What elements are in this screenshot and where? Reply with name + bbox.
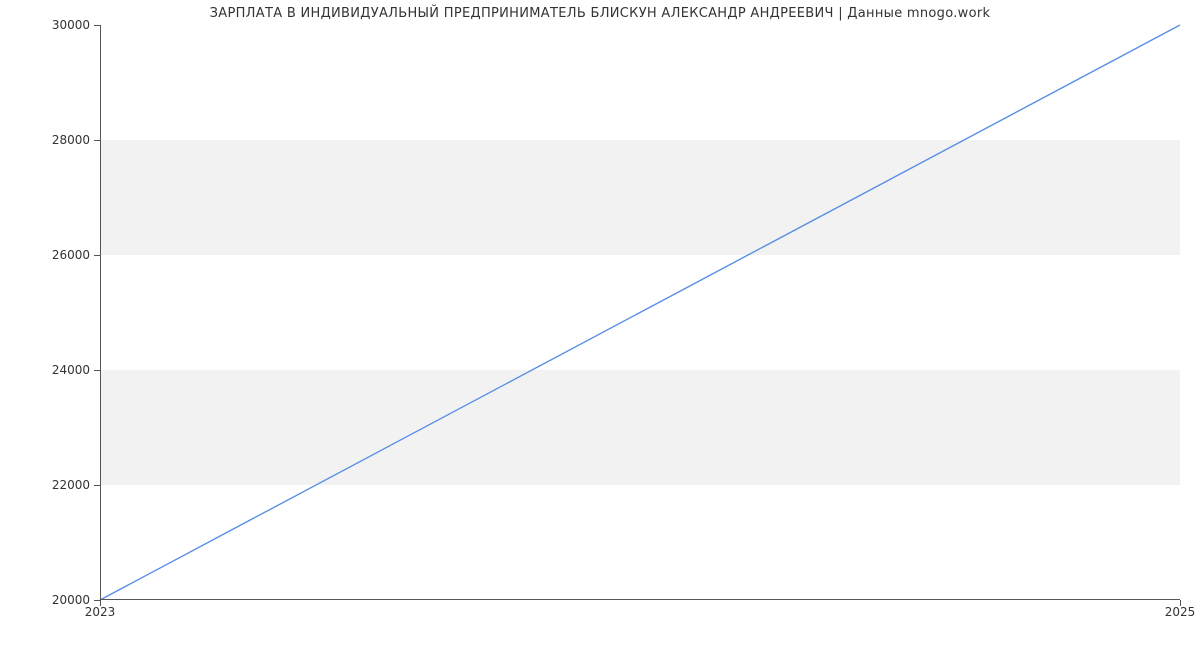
y-tick-label: 26000 — [30, 248, 90, 262]
y-tick-label: 28000 — [30, 133, 90, 147]
y-tick-mark — [94, 140, 100, 141]
y-tick-label: 22000 — [30, 478, 90, 492]
series-line — [100, 25, 1180, 600]
x-tick-label: 2025 — [1165, 605, 1196, 619]
x-axis-line — [100, 599, 1180, 600]
y-tick-label: 20000 — [30, 593, 90, 607]
y-tick-mark — [94, 25, 100, 26]
y-tick-label: 30000 — [30, 18, 90, 32]
y-tick-label: 24000 — [30, 363, 90, 377]
chart-title: ЗАРПЛАТА В ИНДИВИДУАЛЬНЫЙ ПРЕДПРИНИМАТЕЛ… — [0, 6, 1200, 21]
y-axis-line — [100, 25, 101, 600]
y-tick-mark — [94, 485, 100, 486]
y-tick-mark — [94, 255, 100, 256]
plot-area: 20000 22000 24000 26000 28000 30000 2023… — [100, 25, 1180, 600]
x-tick-label: 2023 — [85, 605, 116, 619]
y-tick-mark — [94, 370, 100, 371]
salary-line-chart: ЗАРПЛАТА В ИНДИВИДУАЛЬНЫЙ ПРЕДПРИНИМАТЕЛ… — [0, 0, 1200, 650]
